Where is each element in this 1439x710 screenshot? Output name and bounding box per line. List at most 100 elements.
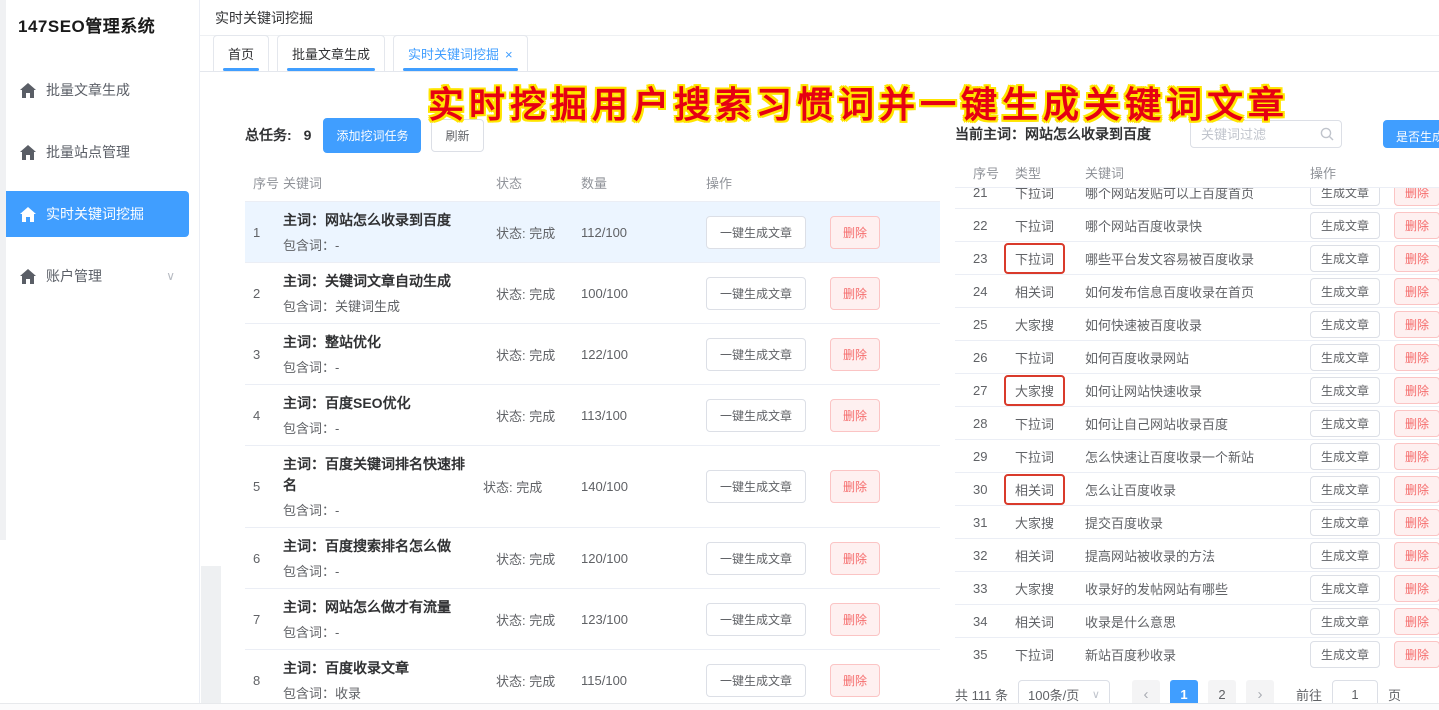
generate-article-button[interactable]: 生成文章 [1310, 344, 1380, 371]
home-icon [20, 83, 36, 98]
generate-article-button[interactable]: 生成文章 [1310, 212, 1380, 239]
delete-button[interactable]: 删除 [1394, 410, 1439, 437]
delete-button[interactable]: 删除 [1394, 443, 1439, 470]
column-header: 操作 [706, 173, 732, 192]
keyword-type: 下拉词 [1015, 450, 1054, 465]
tab-home[interactable]: 首页 [213, 35, 269, 71]
keyword-row[interactable]: 26 下拉词 如何百度收录网站 生成文章 删除 [955, 341, 1439, 374]
delete-button[interactable]: 删除 [830, 338, 880, 371]
keyword-index: 25 [973, 317, 1015, 332]
task-row[interactable]: 8 主词：百度收录文章 包含词：收录 状态: 完成 115/100 一键生成文章… [245, 650, 940, 710]
content-scrollbar[interactable] [201, 566, 221, 704]
delete-button[interactable]: 删除 [1394, 212, 1439, 239]
delete-button[interactable]: 删除 [1394, 641, 1439, 668]
task-keyword: 主词：百度关键词排名快速排名 [283, 454, 473, 496]
sidebar-item-realtime-keyword[interactable]: 实时关键词挖掘 [0, 191, 189, 237]
task-include: 包含词：- [283, 561, 486, 580]
delete-button[interactable]: 删除 [830, 399, 880, 432]
generate-article-button[interactable]: 生成文章 [1310, 476, 1380, 503]
keyword-row[interactable]: 29 下拉词 怎么快速让百度收录一个新站 生成文章 删除 [955, 440, 1439, 473]
keyword-row[interactable]: 28 下拉词 如何让自己网站收录百度 生成文章 删除 [955, 407, 1439, 440]
task-row[interactable]: 1 主词：网站怎么收录到百度 包含词：- 状态: 完成 112/100 一键生成… [245, 202, 940, 263]
generate-article-button[interactable]: 生成文章 [1310, 311, 1380, 338]
keyword-text: 如何百度收录网站 [1085, 348, 1310, 367]
keyword-row[interactable]: 31 大家搜 提交百度收录 生成文章 删除 [955, 506, 1439, 539]
generate-article-button[interactable]: 生成文章 [1310, 608, 1380, 635]
generate-article-button[interactable]: 一键生成文章 [706, 470, 806, 503]
delete-button[interactable]: 删除 [1394, 245, 1439, 272]
add-task-button[interactable]: 添加挖词任务 [323, 118, 421, 153]
generate-article-button[interactable]: 生成文章 [1310, 245, 1380, 272]
generate-article-button[interactable]: 生成文章 [1310, 410, 1380, 437]
delete-button[interactable]: 删除 [1394, 344, 1439, 371]
sidebar-item-batch-article[interactable]: 批量文章生成 [0, 67, 189, 113]
task-status: 状态: 完成 [496, 406, 581, 425]
home-icon [20, 145, 36, 160]
delete-button[interactable]: 删除 [830, 664, 880, 697]
task-row[interactable]: 2 主词：关键词文章自动生成 包含词：关键词生成 状态: 完成 100/100 … [245, 263, 940, 324]
generate-article-button[interactable]: 生成文章 [1310, 377, 1380, 404]
delete-button[interactable]: 删除 [1394, 377, 1439, 404]
keyword-row[interactable]: 27 大家搜 如何让网站快速收录 生成文章 删除 [955, 374, 1439, 407]
delete-button[interactable]: 删除 [1394, 311, 1439, 338]
generate-article-button[interactable]: 生成文章 [1310, 575, 1380, 602]
generate-article-button[interactable]: 一键生成文章 [706, 338, 806, 371]
delete-button[interactable]: 删除 [1394, 509, 1439, 536]
tab-label: 首页 [228, 47, 254, 62]
promo-banner: 实时挖掘用户搜索习惯词并一键生成关键词文章 [428, 76, 1289, 128]
delete-button[interactable]: 删除 [830, 216, 880, 249]
generate-article-button[interactable]: 生成文章 [1310, 509, 1380, 536]
sidebar-item-account[interactable]: 账户管理 ∨ [0, 253, 189, 299]
close-icon[interactable]: × [505, 47, 513, 62]
task-keyword: 主词：百度SEO优化 [283, 393, 486, 414]
generate-article-button[interactable]: 生成文章 [1310, 278, 1380, 305]
generate-article-button[interactable]: 一键生成文章 [706, 399, 806, 432]
generate-article-button[interactable]: 一键生成文章 [706, 664, 806, 697]
task-row[interactable]: 4 主词：百度SEO优化 包含词：- 状态: 完成 113/100 一键生成文章… [245, 385, 940, 446]
task-row[interactable]: 6 主词：百度搜索排名怎么做 包含词：- 状态: 完成 120/100 一键生成… [245, 528, 940, 589]
task-row[interactable]: 7 主词：网站怎么做才有流量 包含词：- 状态: 完成 123/100 一键生成… [245, 589, 940, 650]
delete-button[interactable]: 删除 [1394, 188, 1439, 206]
keyword-index: 28 [973, 416, 1015, 431]
keyword-row[interactable]: 24 相关词 如何发布信息百度收录在首页 生成文章 删除 [955, 275, 1439, 308]
task-include: 包含词：- [283, 357, 486, 376]
generate-article-button[interactable]: 生成文章 [1310, 542, 1380, 569]
task-row[interactable]: 5 主词：百度关键词排名快速排名 包含词：- 状态: 完成 140/100 一键… [245, 446, 940, 528]
generate-article-button[interactable]: 生成文章 [1310, 188, 1380, 206]
task-row[interactable]: 3 主词：整站优化 包含词：- 状态: 完成 122/100 一键生成文章 删除 [245, 324, 940, 385]
keyword-row[interactable]: 25 大家搜 如何快速被百度收录 生成文章 删除 [955, 308, 1439, 341]
keyword-row[interactable]: 35 下拉词 新站百度秒收录 生成文章 删除 [955, 638, 1439, 671]
task-include: 包含词：收录 [283, 683, 486, 702]
generate-article-button[interactable]: 一键生成文章 [706, 277, 806, 310]
generate-all-toggle-button[interactable]: 是否生成:全 [1383, 120, 1439, 148]
tab-realtime-keyword[interactable]: 实时关键词挖掘× [393, 35, 528, 71]
tab-batch-article[interactable]: 批量文章生成 [277, 35, 385, 71]
keyword-index: 21 [973, 188, 1015, 200]
generate-article-button[interactable]: 生成文章 [1310, 641, 1380, 668]
keyword-row[interactable]: 21 下拉词 哪个网站发贴可以上百度首页 生成文章 删除 [955, 188, 1439, 209]
generate-article-button[interactable]: 一键生成文章 [706, 542, 806, 575]
generate-article-button[interactable]: 生成文章 [1310, 443, 1380, 470]
generate-article-button[interactable]: 一键生成文章 [706, 216, 806, 249]
keyword-row[interactable]: 34 相关词 收录是什么意思 生成文章 删除 [955, 605, 1439, 638]
delete-button[interactable]: 删除 [830, 542, 880, 575]
keyword-row[interactable]: 23 下拉词 哪些平台发文容易被百度收录 生成文章 删除 [955, 242, 1439, 275]
delete-button[interactable]: 删除 [1394, 608, 1439, 635]
delete-button[interactable]: 删除 [1394, 476, 1439, 503]
task-include: 包含词：- [283, 622, 486, 641]
keyword-row[interactable]: 30 相关词 怎么让百度收录 生成文章 删除 [955, 473, 1439, 506]
sidebar-item-batch-site[interactable]: 批量站点管理 [0, 129, 189, 175]
horizontal-scrollbar[interactable] [0, 703, 1439, 710]
task-keyword: 主词：关键词文章自动生成 [283, 271, 486, 292]
delete-button[interactable]: 删除 [1394, 575, 1439, 602]
generate-article-button[interactable]: 一键生成文章 [706, 603, 806, 636]
delete-button[interactable]: 删除 [1394, 278, 1439, 305]
delete-button[interactable]: 删除 [830, 277, 880, 310]
keyword-row[interactable]: 33 大家搜 收录好的发帖网站有哪些 生成文章 删除 [955, 572, 1439, 605]
delete-button[interactable]: 删除 [1394, 542, 1439, 569]
delete-button[interactable]: 删除 [830, 470, 880, 503]
page-scrollbar[interactable] [0, 0, 6, 540]
delete-button[interactable]: 删除 [830, 603, 880, 636]
keyword-row[interactable]: 32 相关词 提高网站被收录的方法 生成文章 删除 [955, 539, 1439, 572]
keyword-row[interactable]: 22 下拉词 哪个网站百度收录快 生成文章 删除 [955, 209, 1439, 242]
